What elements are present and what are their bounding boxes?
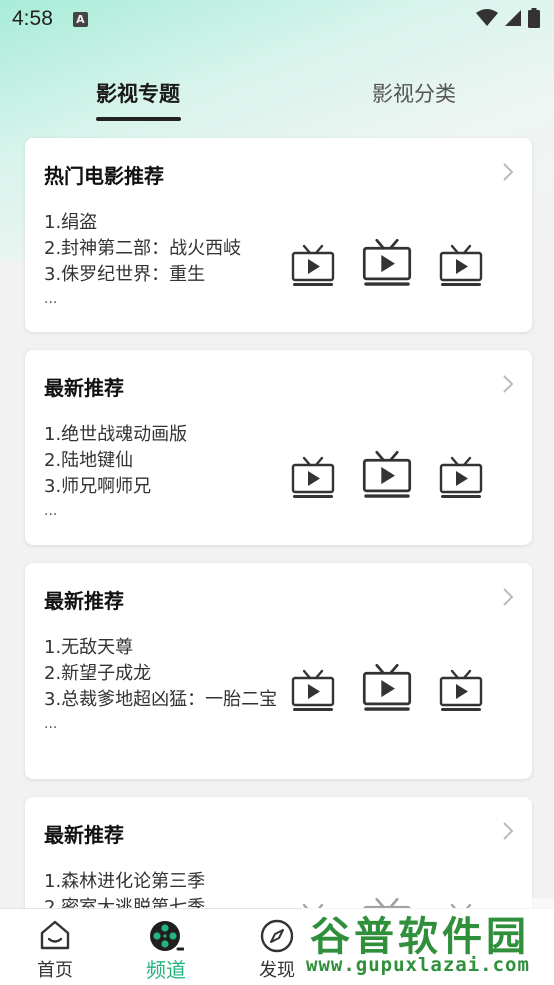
active-tab-indicator bbox=[96, 117, 181, 121]
tv-play-icon bbox=[291, 244, 335, 286]
tv-play-icon bbox=[362, 238, 412, 286]
tv-icon-row bbox=[291, 663, 509, 713]
signal-icon bbox=[505, 10, 521, 26]
more-ellipsis: ... bbox=[44, 716, 58, 732]
compass-icon bbox=[260, 919, 294, 953]
nav-label: 首页 bbox=[37, 960, 73, 981]
list-item[interactable]: 3.侏罗纪世界：重生 bbox=[44, 262, 284, 288]
chevron-right-icon[interactable] bbox=[502, 821, 514, 841]
card-list: 1.绝世战魂动画版 2.陆地键仙 3.师兄啊师兄 ... bbox=[44, 422, 284, 522]
tv-play-icon bbox=[439, 456, 483, 498]
card-list: 1.无敌天尊 2.新望子成龙 3.总裁爹地超凶猛：一胎二宝 ... bbox=[44, 635, 284, 735]
list-item[interactable]: 1.森林进化论第三季 bbox=[44, 869, 284, 895]
chevron-right-icon[interactable] bbox=[502, 162, 514, 182]
card-title: 最新推荐 bbox=[44, 376, 124, 400]
card-title: 热门电影推荐 bbox=[44, 164, 164, 188]
status-bar: 4:58 A bbox=[0, 0, 554, 38]
nav-item-channel[interactable]: 频道 bbox=[111, 909, 221, 985]
notification-badge-icon: A bbox=[72, 11, 88, 27]
home-icon bbox=[40, 920, 70, 950]
topic-card[interactable]: 最新推荐 1.绝世战魂动画版 2.陆地键仙 3.师兄啊师兄 ... bbox=[25, 350, 532, 545]
tab-categories[interactable]: 影视分类 bbox=[372, 78, 456, 108]
watermark-url: www.gupuxlazai.com bbox=[306, 954, 530, 976]
wifi-icon bbox=[476, 9, 498, 26]
card-title: 最新推荐 bbox=[44, 589, 124, 613]
tv-play-icon bbox=[291, 669, 335, 711]
tv-icon-row bbox=[291, 238, 509, 288]
status-time: 4:58 bbox=[12, 7, 53, 30]
tv-icon-row bbox=[291, 450, 509, 500]
list-item[interactable]: 2.陆地键仙 bbox=[44, 448, 284, 474]
film-reel-icon bbox=[150, 921, 184, 951]
list-item[interactable]: 2.封神第二部：战火西岐 bbox=[44, 236, 284, 262]
card-list: 1.绢盗 2.封神第二部：战火西岐 3.侏罗纪世界：重生 ... bbox=[44, 210, 284, 310]
tab-topics[interactable]: 影视专题 bbox=[96, 78, 180, 108]
list-item[interactable]: 1.无敌天尊 bbox=[44, 635, 284, 661]
watermark: 谷普软件园 www.gupuxlazai.com bbox=[302, 898, 554, 985]
tv-play-icon bbox=[439, 669, 483, 711]
list-item[interactable]: 2.新望子成龙 bbox=[44, 661, 284, 687]
more-ellipsis: ... bbox=[44, 503, 58, 519]
tv-play-icon bbox=[291, 456, 335, 498]
list-item[interactable]: 1.绢盗 bbox=[44, 210, 284, 236]
more-ellipsis: ... bbox=[44, 291, 58, 307]
list-item[interactable]: 1.绝世战魂动画版 bbox=[44, 422, 284, 448]
topic-card[interactable]: 最新推荐 1.无敌天尊 2.新望子成龙 3.总裁爹地超凶猛：一胎二宝 ... bbox=[25, 563, 532, 779]
card-title: 最新推荐 bbox=[44, 823, 124, 847]
tv-play-icon bbox=[362, 450, 412, 498]
battery-icon bbox=[528, 8, 540, 28]
tab-bar: 影视专题 影视分类 bbox=[0, 78, 554, 128]
topic-card[interactable]: 热门电影推荐 1.绢盗 2.封神第二部：战火西岐 3.侏罗纪世界：重生 ... bbox=[25, 138, 532, 332]
tv-play-icon bbox=[362, 663, 412, 711]
chevron-right-icon[interactable] bbox=[502, 374, 514, 394]
list-item[interactable]: 3.总裁爹地超凶猛：一胎二宝 bbox=[44, 687, 284, 713]
chevron-right-icon[interactable] bbox=[502, 587, 514, 607]
nav-label: 频道 bbox=[146, 958, 186, 982]
status-indicators bbox=[476, 8, 540, 28]
tv-play-icon bbox=[439, 244, 483, 286]
list-item[interactable]: 3.师兄啊师兄 bbox=[44, 474, 284, 500]
nav-item-home[interactable]: 首页 bbox=[0, 909, 110, 985]
